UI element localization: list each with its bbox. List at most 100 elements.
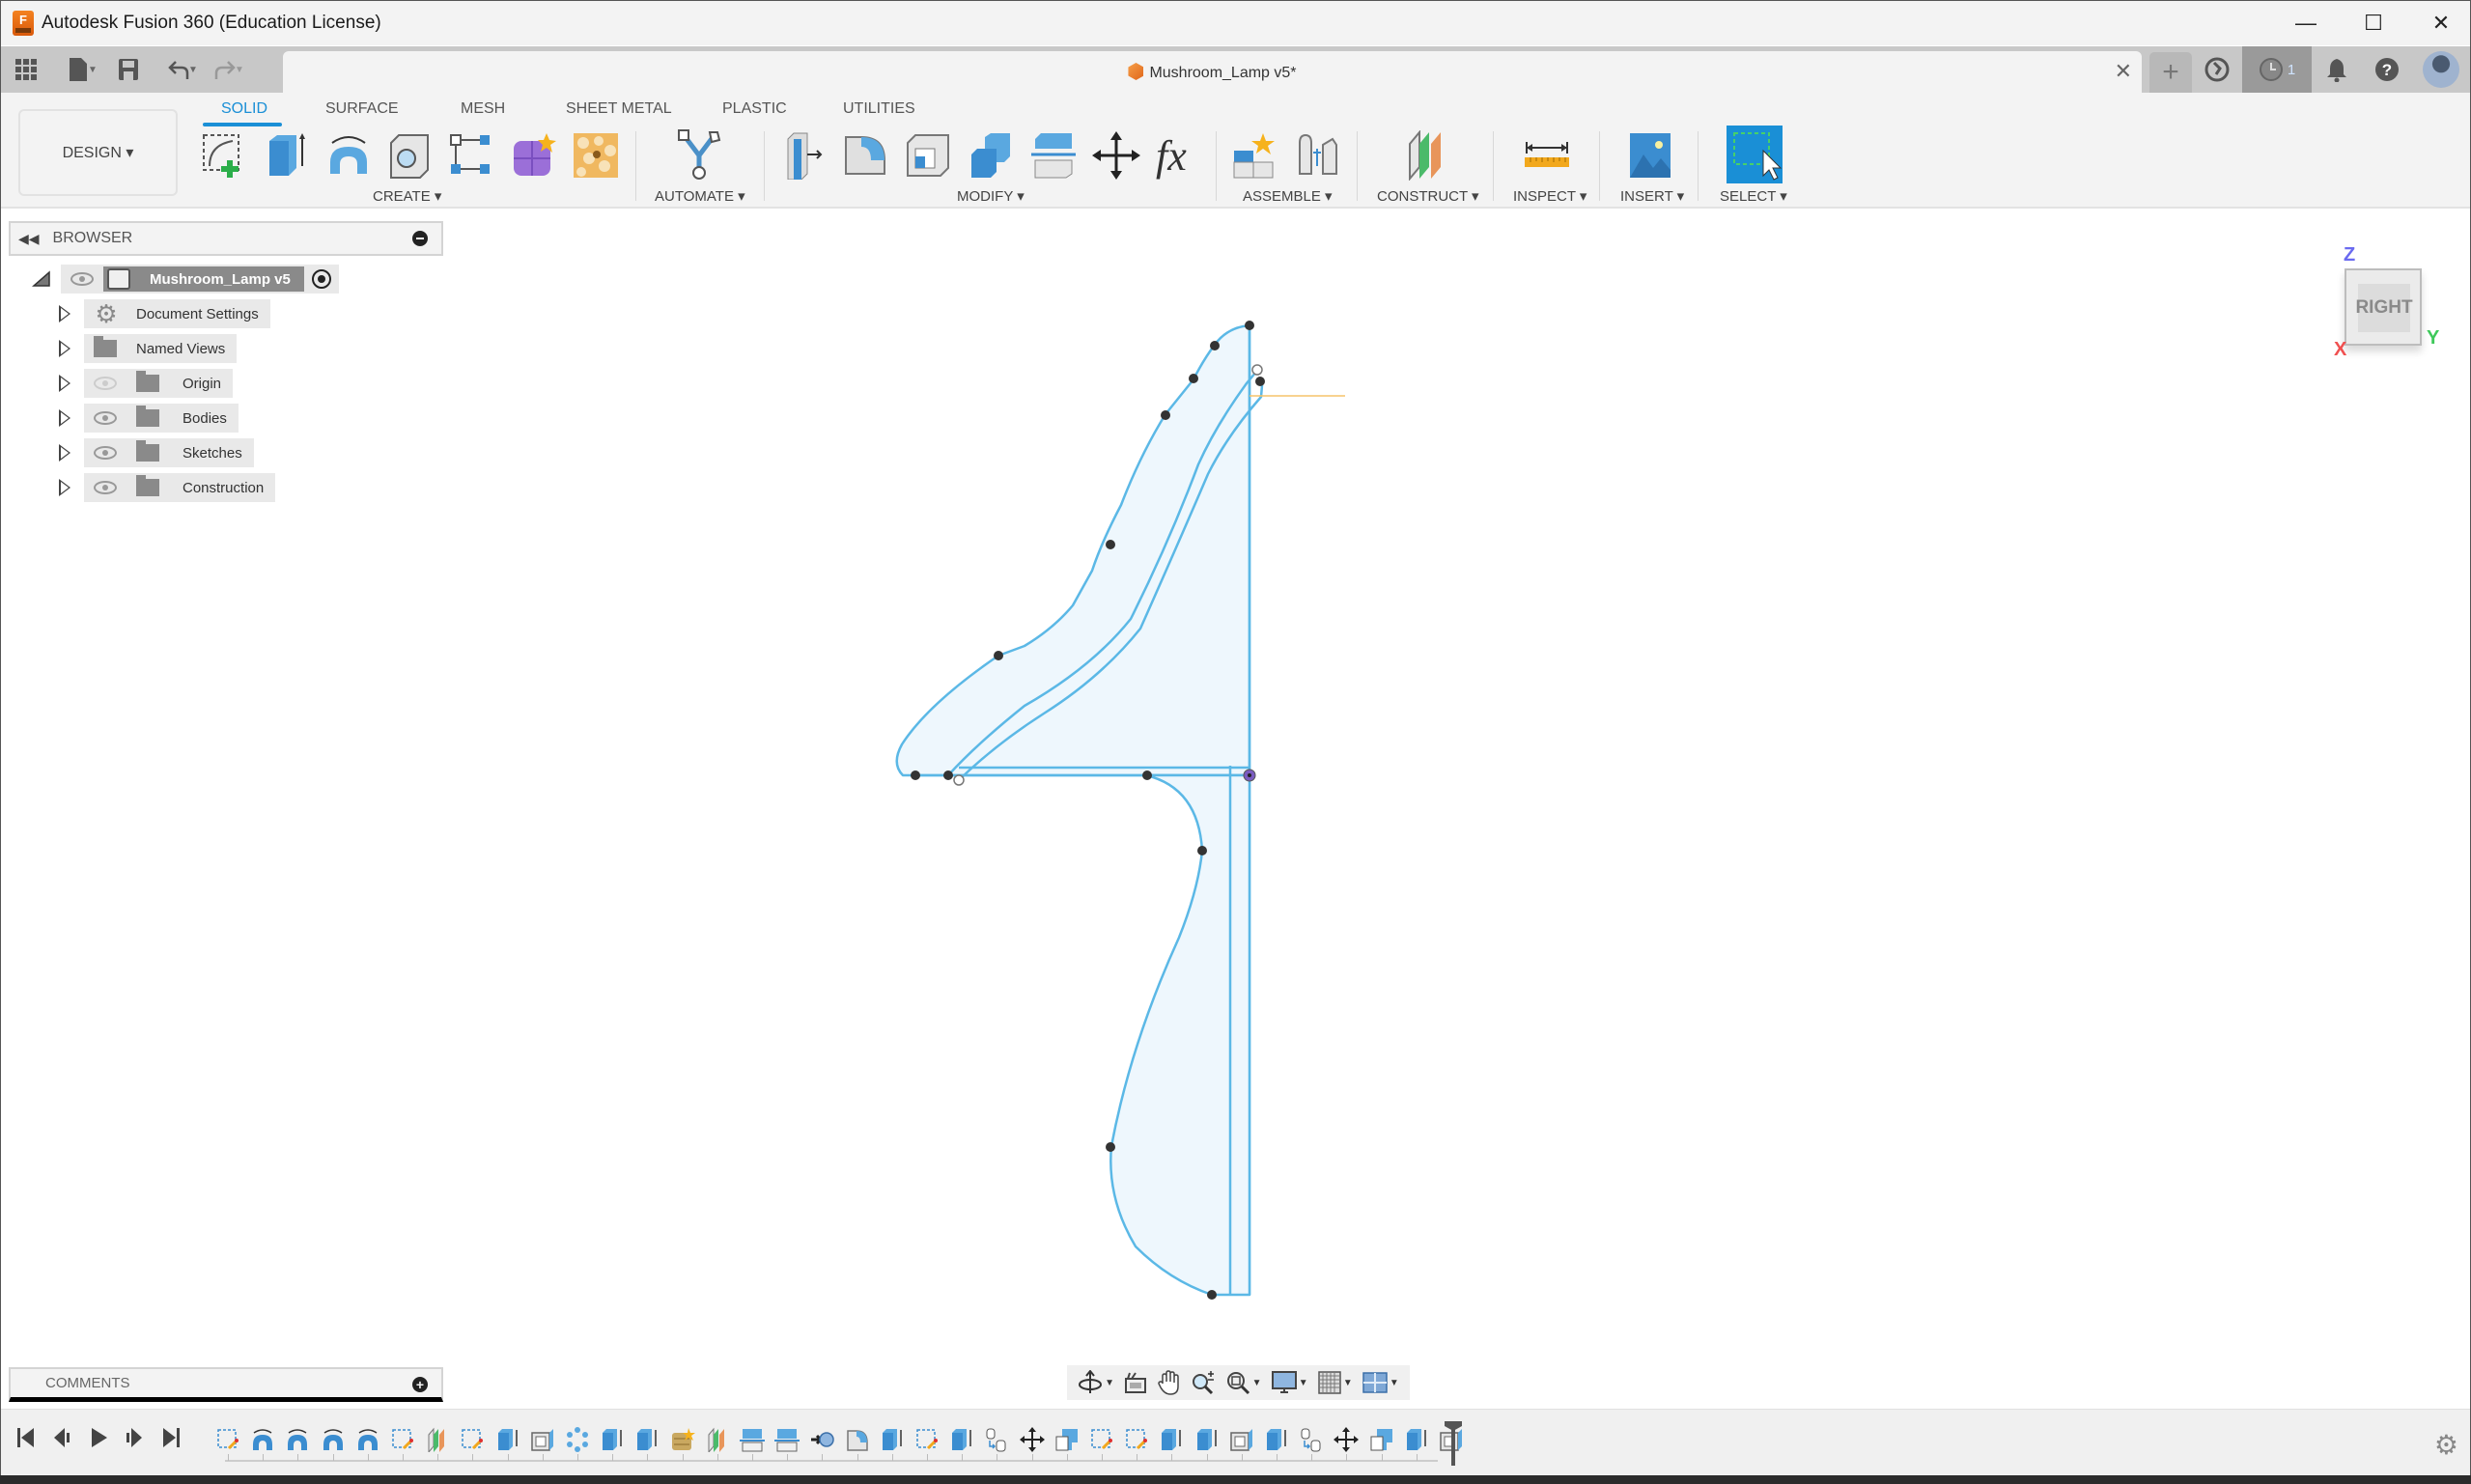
- timeline-tick: [822, 1454, 824, 1461]
- form-feature-icon: [671, 1428, 695, 1450]
- grid-settings-button[interactable]: ▼: [1318, 1371, 1353, 1394]
- timeline-feature-sketch[interactable]: [390, 1427, 415, 1452]
- extrude-feature-icon: [603, 1429, 622, 1450]
- fit-button[interactable]: ▼: [1225, 1370, 1262, 1395]
- sketch-point[interactable]: [1189, 374, 1198, 383]
- go-to-end-button[interactable]: [161, 1427, 181, 1454]
- step-forward-button[interactable]: [125, 1427, 144, 1454]
- sketch-point[interactable]: [1197, 846, 1207, 855]
- orbit-icon: [1079, 1370, 1103, 1393]
- chevron-down-icon[interactable]: ▼: [1252, 1378, 1262, 1388]
- timeline-feature-extrude[interactable]: [1404, 1427, 1429, 1452]
- timeline-feature-plane[interactable]: [425, 1427, 450, 1454]
- timeline-feature-combine[interactable]: [1054, 1427, 1080, 1452]
- timeline-feature-revolve[interactable]: [355, 1427, 380, 1452]
- timeline-feature-align[interactable]: [984, 1427, 1009, 1452]
- timeline-feature-sketch[interactable]: [1089, 1427, 1114, 1452]
- viewports-button[interactable]: ▼: [1362, 1372, 1399, 1393]
- orbit-button[interactable]: ▼: [1078, 1370, 1114, 1395]
- stem-profile[interactable]: [1109, 773, 1251, 1297]
- timeline-feature-extrude[interactable]: [1264, 1427, 1289, 1452]
- timeline-feature-sketch[interactable]: [460, 1427, 485, 1452]
- timeline-feature-extrude[interactable]: [600, 1427, 625, 1452]
- timeline-tick: [1311, 1454, 1313, 1461]
- play-button[interactable]: [90, 1427, 109, 1454]
- timeline-feature-pattern[interactable]: [565, 1427, 590, 1452]
- timeline-feature-split[interactable]: [774, 1427, 800, 1452]
- sketch-point[interactable]: [1210, 341, 1220, 350]
- timeline-feature-shell[interactable]: [1229, 1427, 1254, 1452]
- split-feature-icon: [740, 1429, 765, 1452]
- sketch-point[interactable]: [1106, 1142, 1115, 1152]
- chevron-down-icon[interactable]: ▼: [1105, 1378, 1114, 1388]
- timeline-feature-form[interactable]: [670, 1427, 695, 1452]
- revolve-feature-icon: [357, 1429, 378, 1450]
- timeline-feature-extrude[interactable]: [634, 1427, 660, 1452]
- timeline-tick: [647, 1454, 649, 1461]
- sketch-point[interactable]: [1255, 377, 1265, 386]
- timeline-settings-icon[interactable]: ⚙: [2434, 1429, 2458, 1461]
- timeline-tick: [1031, 1454, 1033, 1461]
- play-icon: [92, 1428, 107, 1447]
- display-settings-button[interactable]: ▼: [1271, 1371, 1308, 1394]
- viewcube[interactable]: RIGHT: [2345, 268, 2422, 346]
- sketch-feature-icon: [916, 1429, 938, 1450]
- timeline-tick: [263, 1454, 265, 1461]
- timeline-feature-shell[interactable]: [530, 1427, 555, 1452]
- chevron-down-icon[interactable]: ▼: [1390, 1378, 1399, 1388]
- zoom-button[interactable]: [1191, 1370, 1216, 1395]
- viewcube-face-right[interactable]: RIGHT: [2355, 284, 2413, 332]
- timeline-feature-plane[interactable]: [705, 1427, 730, 1454]
- sketch-point[interactable]: [994, 651, 1003, 660]
- chevron-down-icon[interactable]: ▼: [1343, 1378, 1353, 1388]
- timeline-track: [225, 1460, 1438, 1462]
- pan-button[interactable]: [1157, 1370, 1180, 1395]
- sketch-point[interactable]: [1245, 321, 1254, 330]
- timeline-feature-revolve[interactable]: [285, 1427, 310, 1452]
- sketch-point[interactable]: [943, 770, 953, 780]
- timeline-feature-joint[interactable]: [809, 1427, 835, 1452]
- timeline-feature-extrude[interactable]: [880, 1427, 905, 1452]
- sketch-point[interactable]: [1207, 1290, 1217, 1300]
- timeline-feature-move[interactable]: [1019, 1427, 1045, 1452]
- sketch-point[interactable]: [1161, 410, 1170, 420]
- timeline-feature-fillet[interactable]: [845, 1427, 870, 1452]
- timeline-feature-revolve[interactable]: [321, 1427, 346, 1452]
- sketch-feature-icon: [392, 1429, 413, 1450]
- timeline-feature-extrude[interactable]: [1194, 1427, 1220, 1452]
- timeline-feature-revolve[interactable]: [250, 1427, 275, 1452]
- timeline-feature-sketch[interactable]: [914, 1427, 940, 1452]
- timeline-feature-extrude[interactable]: [1159, 1427, 1184, 1452]
- pattern-feature-icon: [567, 1427, 588, 1452]
- open-point[interactable]: [1251, 364, 1263, 376]
- timeline-tick: [1206, 1454, 1208, 1461]
- sketch-point[interactable]: [1142, 770, 1152, 780]
- timeline-feature-sketch[interactable]: [1124, 1427, 1149, 1452]
- open-point[interactable]: [953, 774, 965, 786]
- zoom-icon: [1192, 1371, 1214, 1395]
- timeline-feature-extrude[interactable]: [949, 1427, 974, 1452]
- shell-feature-icon: [1230, 1429, 1252, 1451]
- chevron-down-icon[interactable]: ▼: [1299, 1378, 1308, 1388]
- cap-outer-profile[interactable]: [895, 323, 1251, 777]
- timeline-feature-align[interactable]: [1299, 1427, 1324, 1452]
- step-back-button[interactable]: [53, 1427, 72, 1454]
- look-at-button[interactable]: [1124, 1371, 1147, 1394]
- revolve-feature-icon: [288, 1429, 308, 1450]
- timeline-tick: [437, 1454, 439, 1461]
- design-canvas[interactable]: [1, 1, 2471, 1484]
- timeline-feature-move[interactable]: [1334, 1427, 1360, 1452]
- joint-feature-icon: [811, 1432, 835, 1447]
- sketch-point[interactable]: [1106, 540, 1115, 549]
- timeline-feature-extrude[interactable]: [495, 1427, 520, 1452]
- timeline-feature-split[interactable]: [740, 1427, 765, 1452]
- add-comment-icon[interactable]: +: [412, 1377, 428, 1392]
- revolve-feature-icon: [323, 1429, 343, 1450]
- go-to-start-button[interactable]: [16, 1427, 36, 1454]
- sketch-profile[interactable]: [895, 323, 1345, 1297]
- timeline-marker[interactable]: [1451, 1423, 1455, 1466]
- timeline-feature-sketch[interactable]: [215, 1427, 240, 1452]
- sketch-point[interactable]: [911, 770, 920, 780]
- skip-to-end-icon: [163, 1428, 180, 1447]
- timeline-feature-combine[interactable]: [1369, 1427, 1394, 1452]
